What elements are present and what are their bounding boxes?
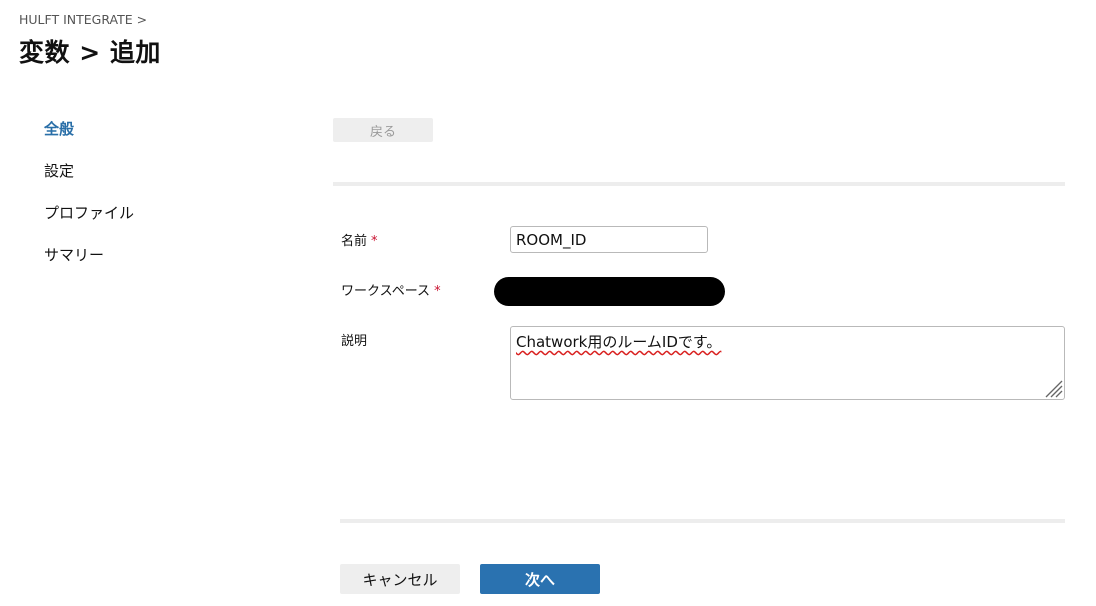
description-label-text: 説明 <box>341 334 368 349</box>
description-field-label: 説明 <box>341 330 367 349</box>
workspace-label-text: ワークスペース <box>341 284 431 299</box>
breadcrumb[interactable]: HULFT INTEGRATE > <box>19 12 147 27</box>
name-label-text: 名前 <box>341 234 368 249</box>
back-button[interactable]: 戻る <box>333 118 433 142</box>
resize-handle-icon[interactable] <box>1043 378 1063 398</box>
sidebar-item-general[interactable]: 全般 <box>44 118 134 160</box>
name-field-label: 名前 * <box>341 230 378 249</box>
bottom-divider <box>340 519 1065 523</box>
description-field: Chatwork用のルームIDです。 <box>510 326 1065 400</box>
required-mark: * <box>371 234 378 249</box>
sidebar-item-settings[interactable]: 設定 <box>44 160 134 202</box>
cancel-button[interactable]: キャンセル <box>340 564 460 594</box>
workspace-field-label: ワークスペース * <box>341 280 441 299</box>
name-input[interactable] <box>510 226 708 253</box>
next-button[interactable]: 次へ <box>480 564 600 594</box>
page-title: 変数 > 追加 <box>19 38 161 67</box>
variable-add-page: HULFT INTEGRATE > 変数 > 追加 全般 設定 プロファイル サ… <box>0 0 1096 606</box>
description-textarea[interactable]: Chatwork用のルームIDです。 <box>510 326 1065 400</box>
workspace-select-redacted[interactable] <box>494 277 725 306</box>
sidebar-item-profile[interactable]: プロファイル <box>44 202 134 244</box>
sidebar-nav: 全般 設定 プロファイル サマリー <box>44 118 134 286</box>
top-divider <box>333 182 1065 186</box>
required-mark: * <box>434 284 441 299</box>
sidebar-item-summary[interactable]: サマリー <box>44 244 134 286</box>
description-text: Chatwork用のルームIDです。 <box>516 333 722 351</box>
